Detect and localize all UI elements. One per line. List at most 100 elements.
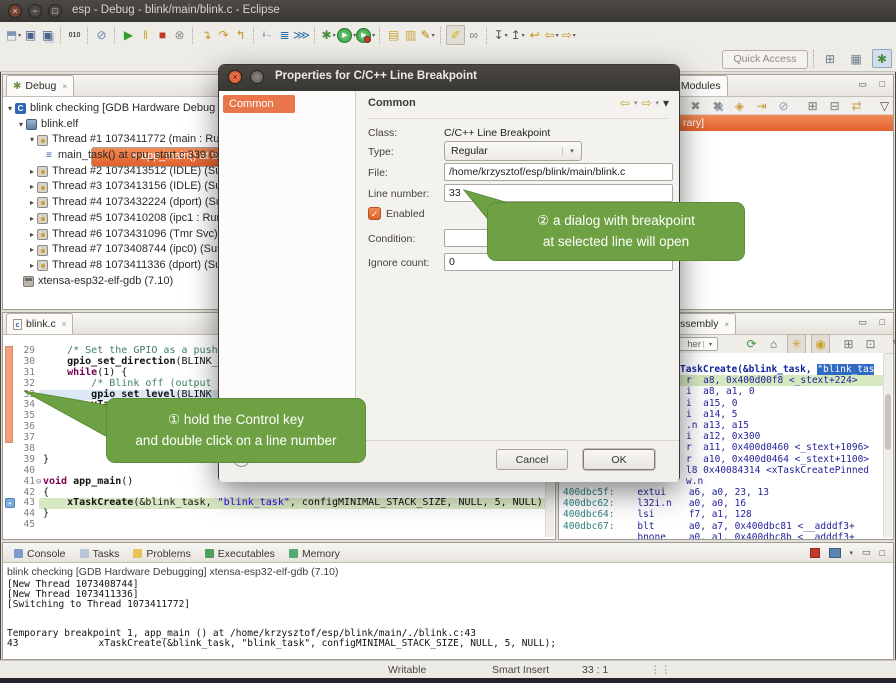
maximize-icon[interactable]: □	[880, 79, 885, 89]
tab-problems[interactable]: Problems	[126, 544, 197, 563]
disassembly-scrollbar[interactable]	[883, 354, 892, 537]
display-console-icon[interactable]	[829, 548, 841, 558]
sidebar-item-common[interactable]: Common	[223, 95, 295, 113]
tab-blink-c[interactable]: c blink.c ×	[6, 313, 73, 334]
save-all-button[interactable]: ▣	[39, 26, 56, 44]
forward-icon[interactable]: ⇨	[641, 96, 651, 110]
last-edit-location-button[interactable]: ↩	[526, 26, 543, 44]
refresh-icon[interactable]: ⟳	[743, 335, 760, 353]
maximize-button[interactable]: □	[48, 4, 62, 18]
chevron-down-icon[interactable]: ▾	[522, 32, 525, 39]
search-pencil-button[interactable]: ✎▾	[419, 26, 436, 44]
line-number[interactable]: 45	[11, 520, 35, 531]
show-breakpoints-icon[interactable]: ◈	[731, 97, 748, 115]
remove-all-icon[interactable]: ✖	[709, 97, 726, 115]
close-icon[interactable]: ×	[62, 320, 67, 329]
debug-perspective-button[interactable]: ✱	[872, 49, 892, 68]
chevron-down-icon[interactable]: ▾	[372, 32, 375, 39]
file-field[interactable]	[444, 163, 673, 181]
chevron-down-icon[interactable]: ▾	[505, 32, 508, 39]
instruction-stepping-button[interactable]: i→	[259, 26, 276, 44]
step-into-button[interactable]: ↴	[198, 26, 215, 44]
previous-annotation-button[interactable]: ↥▾	[509, 26, 526, 44]
show-debug-columns-button[interactable]: ≣	[276, 26, 293, 44]
back-button[interactable]: ⇦▾	[543, 26, 560, 44]
trace-control-button[interactable]: ⋙	[293, 26, 310, 44]
forward-menu-icon[interactable]: ▾	[655, 99, 659, 107]
chevron-collapsed-icon[interactable]: ▸	[27, 227, 37, 243]
chevron-collapsed-icon[interactable]: ▸	[27, 211, 37, 227]
step-return-button[interactable]: ↰	[232, 26, 249, 44]
home-icon[interactable]: ⌂	[765, 335, 782, 353]
chevron-down-icon[interactable]: ▾	[573, 32, 576, 39]
minimize-icon[interactable]: ▭	[858, 317, 867, 328]
chevron-expanded-icon[interactable]: ▾	[16, 117, 26, 133]
pin-view-icon[interactable]: ⊡	[862, 335, 879, 353]
ok-button[interactable]: OK	[583, 449, 655, 470]
profile-button[interactable]: ▶▾	[356, 26, 375, 44]
step-over-button[interactable]: ↷	[215, 26, 232, 44]
track-expression-icon[interactable]: ◉	[811, 334, 830, 354]
forward-button[interactable]: ⇨▾	[560, 26, 577, 44]
enabled-checkbox[interactable]: ✓	[368, 207, 381, 220]
dialog-close-button[interactable]: ×	[228, 70, 242, 84]
chevron-down-icon[interactable]: ▾	[18, 32, 21, 39]
debug-button[interactable]: ✱▾	[320, 26, 337, 44]
chevron-collapsed-icon[interactable]: ▸	[27, 258, 37, 274]
cancel-button[interactable]: Cancel	[496, 449, 568, 470]
goto-file-icon[interactable]: ⇥	[753, 97, 770, 115]
new-wizard-button[interactable]: ⬒▾	[5, 26, 22, 44]
view-menu-icon[interactable]: ▾	[663, 96, 669, 110]
binary-file-button[interactable]: 010	[66, 26, 83, 44]
close-button[interactable]: ×	[8, 4, 22, 18]
tab-console[interactable]: Console	[7, 544, 73, 563]
remove-icon[interactable]: ✖	[687, 97, 704, 115]
chevron-down-icon[interactable]: ▾	[432, 32, 435, 39]
console-output[interactable]: blink checking [GDB Hardware Debugging] …	[3, 563, 893, 659]
expand-all-icon[interactable]: ⊞	[804, 97, 821, 115]
quick-access-box[interactable]: Quick Access	[722, 50, 808, 69]
sync-context-icon[interactable]: ✳	[787, 334, 806, 354]
line-number[interactable]: 32	[11, 379, 35, 390]
resume-button[interactable]: ▶	[120, 26, 137, 44]
suspend-button[interactable]: ‖	[137, 26, 154, 44]
close-icon[interactable]: ×	[725, 320, 730, 329]
tab-executables[interactable]: Executables	[198, 544, 282, 563]
disconnect-button[interactable]: ⊗	[171, 26, 188, 44]
chevron-collapsed-icon[interactable]: ▸	[27, 195, 37, 211]
link-with-debug-icon[interactable]: ⇄	[848, 97, 865, 115]
highlighter-button[interactable]: ✐	[446, 25, 465, 45]
close-icon[interactable]: ×	[62, 82, 67, 91]
gears-button[interactable]: ∞	[465, 26, 482, 44]
view-menu-icon[interactable]: ▽	[876, 97, 893, 115]
skip-breakpoints-button[interactable]: ⊘	[93, 26, 110, 44]
back-menu-icon[interactable]: ▾	[634, 99, 638, 107]
view-menu-icon[interactable]: ▽	[889, 335, 896, 353]
skip-all-breakpoints-icon[interactable]: ⊘	[775, 97, 792, 115]
save-button[interactable]: ▣	[22, 26, 39, 44]
chevron-collapsed-icon[interactable]: ▸	[27, 242, 37, 258]
open-resource-button[interactable]: ▥	[402, 26, 419, 44]
minimize-button[interactable]: −	[28, 4, 42, 18]
collapse-all-icon[interactable]: ⊟	[826, 97, 843, 115]
tab-debug[interactable]: ✱ Debug ×	[6, 75, 74, 96]
minimize-icon[interactable]: ▭	[862, 547, 871, 558]
maximize-icon[interactable]: □	[880, 548, 885, 558]
chevron-collapsed-icon[interactable]: ▸	[27, 179, 37, 195]
chevron-collapsed-icon[interactable]: ▸	[27, 164, 37, 180]
run-button[interactable]: ▶▾	[337, 26, 356, 44]
open-type-button[interactable]: ▤	[385, 26, 402, 44]
tab-tasks[interactable]: Tasks	[73, 544, 127, 563]
maximize-icon[interactable]: □	[880, 317, 885, 327]
line-number[interactable]: 41	[11, 477, 35, 488]
dialog-window-button[interactable]	[250, 70, 264, 84]
chevron-down-icon[interactable]: ▾	[333, 32, 336, 39]
chevron-expanded-icon[interactable]: ▾	[27, 132, 37, 148]
back-icon[interactable]: ⇦	[620, 96, 630, 110]
terminate-console-icon[interactable]	[810, 548, 820, 558]
type-select[interactable]: Regular ▾	[444, 141, 582, 161]
line-number-field[interactable]	[444, 184, 673, 202]
cpp-perspective-button[interactable]: ▦	[846, 49, 866, 68]
chevron-down-icon[interactable]: ▾	[556, 32, 559, 39]
chevron-down-icon[interactable]: ▾	[850, 549, 854, 557]
